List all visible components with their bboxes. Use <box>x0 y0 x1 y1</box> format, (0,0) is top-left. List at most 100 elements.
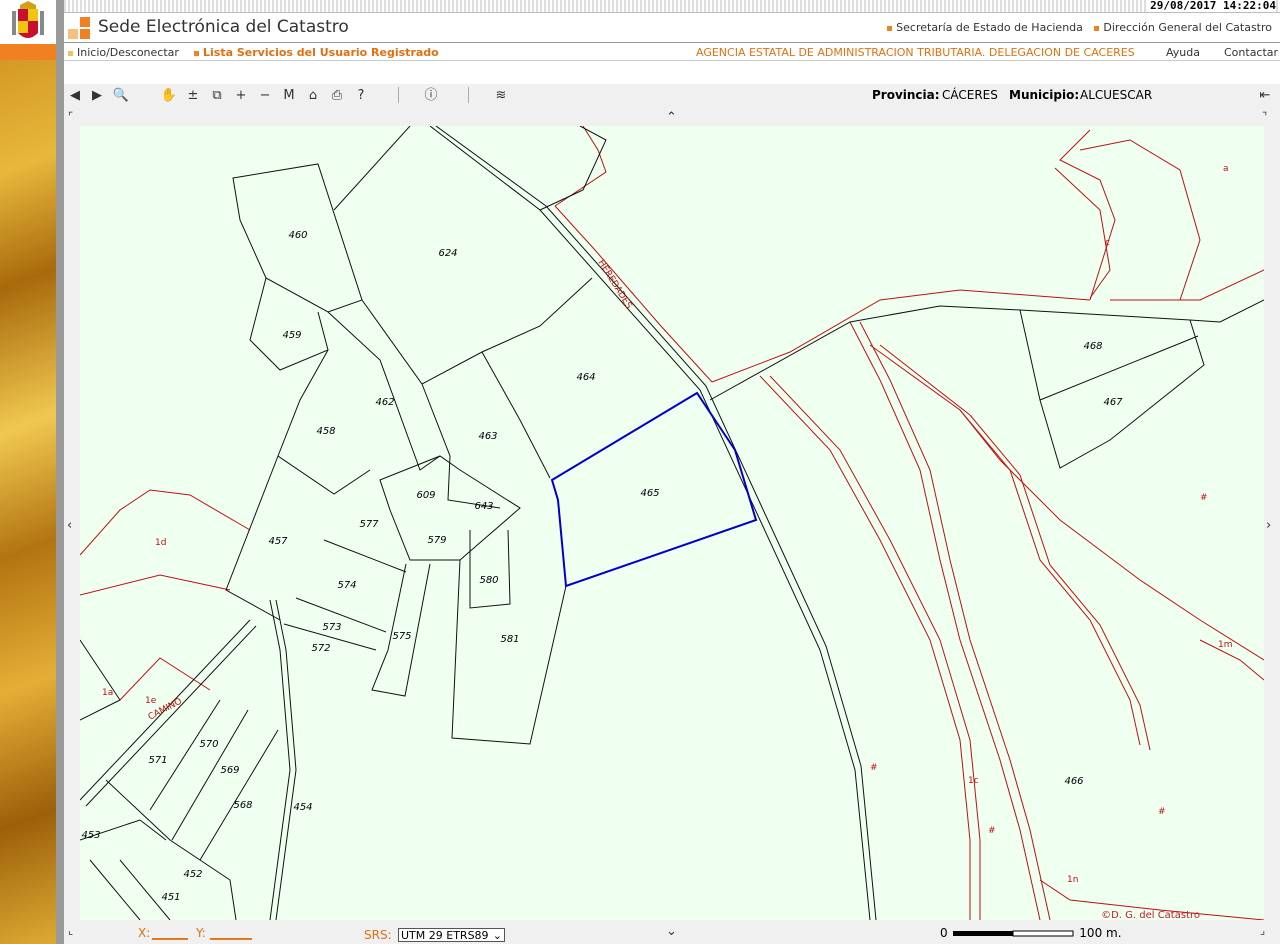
parcel-label: 453 <box>81 830 100 841</box>
zoom-plusminus-icon[interactable]: ± <box>184 87 202 105</box>
red-boundaries <box>80 126 1264 920</box>
parcel-label: 457 <box>268 536 288 547</box>
parcel-label: 454 <box>293 802 312 813</box>
link-contactar[interactable]: Contactar <box>1224 46 1278 59</box>
corner-marker-icon: ⌞ <box>68 924 74 937</box>
secondary-nav: Inicio/Desconectar Lista Servicios del U… <box>64 43 1280 61</box>
y-label: Y: <box>196 926 206 940</box>
x-label: X: <box>138 926 151 940</box>
pan-up-icon[interactable]: ⌃ <box>666 110 677 125</box>
parcel-label: 643 <box>474 501 493 512</box>
bullet-icon <box>194 50 199 56</box>
subparcel-label: # <box>1158 807 1166 817</box>
parcel-label: 624 <box>438 248 457 259</box>
link-ayuda[interactable]: Ayuda <box>1166 46 1200 59</box>
parcel-label: 572 <box>311 643 330 654</box>
subparcel-label: 1n <box>1067 875 1078 885</box>
zoom-icon[interactable]: 🔍 <box>112 87 130 105</box>
back-icon[interactable]: ◀ <box>66 87 84 105</box>
parcel-label: 577 <box>359 519 379 530</box>
info-pin-icon[interactable]: ⓘ <box>422 87 440 105</box>
subparcel-label: # <box>1200 493 1208 503</box>
x-value: ______ <box>152 926 188 940</box>
parcel-label: 581 <box>500 634 519 645</box>
forward-icon[interactable]: ▶ <box>88 87 106 105</box>
zoom-box-icon[interactable]: ⧉ <box>208 87 226 105</box>
status-bar: X: ______ Y: _______ SRS: UTM 29 ETRS89 ⌄… <box>64 910 1280 944</box>
crest-box <box>0 0 56 44</box>
pan-hand-icon[interactable]: ✋ <box>160 87 178 105</box>
parcel-label: 462 <box>375 397 394 408</box>
subparcel-label: 1a <box>102 688 113 698</box>
province-label: Provincia: <box>872 88 940 102</box>
toolbar-separator <box>468 87 469 103</box>
subparcel-label: a <box>1223 164 1229 174</box>
pan-down-icon[interactable]: ⌄ <box>666 924 677 939</box>
corner-marker-icon: ⌝ <box>1262 110 1268 123</box>
agency-name: AGENCIA ESTATAL DE ADMINISTRACION TRIBUT… <box>696 46 1135 59</box>
scale-bar: 0 100 m. <box>940 926 1122 940</box>
map-canvas[interactable]: 460 624 459 464 462 458 463 465 609 643 577 457 579 5… <box>80 126 1264 920</box>
parcel-label: 460 <box>288 230 307 241</box>
link-inicio-label: Inicio/Desconectar <box>77 46 179 59</box>
parcel-label: 575 <box>392 631 411 642</box>
pan-right-icon[interactable]: › <box>1266 518 1271 533</box>
home-icon[interactable]: ⌂ <box>304 87 322 105</box>
subparcel-label: 1e <box>145 696 157 706</box>
province-value: CÁCERES <box>942 88 998 102</box>
parcel-label: 609 <box>416 490 435 501</box>
parcel-label: 465 <box>640 488 659 499</box>
scale-bar-graphic <box>953 930 1074 936</box>
link-inicio[interactable]: Inicio/Desconectar <box>68 46 179 59</box>
copyright: ©D. G. del Catastro <box>1101 910 1200 921</box>
parcel-label: 451 <box>161 892 180 903</box>
srs-select[interactable]: UTM 29 ETRS89 ⌄ <box>398 928 505 942</box>
help-icon[interactable]: ? <box>352 87 370 105</box>
parcel-label: 452 <box>183 869 202 880</box>
parcel-label: 458 <box>316 426 335 437</box>
corner-marker-icon: ⌟ <box>1260 924 1266 937</box>
print-icon[interactable]: ⎙ <box>328 87 346 105</box>
corner-marker-icon: ⌜ <box>68 110 74 123</box>
parcel-label: 464 <box>576 372 595 383</box>
bullet-icon <box>887 25 893 31</box>
layers-icon[interactable]: ≋ <box>492 87 510 105</box>
parcel-label: 569 <box>220 765 239 776</box>
parcel-label: 459 <box>282 330 301 341</box>
subparcel-label: 1d <box>155 538 166 548</box>
top-strip: 29/08/2017 14:22:04 <box>64 0 1280 13</box>
municipality-label: Municipio: <box>1009 88 1080 102</box>
exit-icon[interactable]: ⇤ <box>1256 87 1274 105</box>
cadastral-map[interactable]: 460 624 459 464 462 458 463 465 609 643 577 457 579 5… <box>80 126 1264 920</box>
municipality-value: ALCUESCAR <box>1080 88 1153 102</box>
parcel-label: 580 <box>479 575 498 586</box>
pan-left-icon[interactable]: ‹ <box>67 518 72 533</box>
scale-end: 100 m. <box>1079 926 1122 940</box>
orange-bar <box>0 44 56 60</box>
zoom-in-icon[interactable]: + <box>232 87 250 105</box>
zoom-out-icon[interactable]: − <box>256 87 274 105</box>
gray-divider <box>56 0 64 944</box>
page-title: Sede Electrónica del Catastro <box>98 17 349 37</box>
red-labels: a c 1d 1a 1e #1m # # #1c 1n <box>102 164 1233 885</box>
parcel-label: 468 <box>1083 341 1102 352</box>
link-secretaria[interactable]: Secretaría de Estado de Hacienda <box>887 21 1083 34</box>
parcel-label: 466 <box>1064 776 1083 787</box>
map-toolbar: ◀ ▶ 🔍 ✋ ± ⧉ + − M ⌂ ⎙ ? ⓘ ≋ Provincia: C… <box>64 84 1280 108</box>
bullet-icon <box>1094 25 1100 31</box>
link-direccion[interactable]: Dirección General del Catastro <box>1094 21 1272 34</box>
link-direccion-label: Dirección General del Catastro <box>1103 21 1272 34</box>
subparcel-label: # <box>870 763 878 773</box>
link-lista-servicios[interactable]: Lista Servicios del Usuario Registrado <box>194 46 439 59</box>
coat-of-arms-icon <box>12 1 44 38</box>
toolbar-separator <box>398 87 399 103</box>
link-lista-label: Lista Servicios del Usuario Registrado <box>203 46 439 59</box>
top-links: Secretaría de Estado de Hacienda Direcci… <box>879 21 1272 34</box>
srs-label: SRS: <box>364 928 392 942</box>
subparcel-label: 1c <box>968 776 979 786</box>
measure-icon[interactable]: M <box>280 87 298 105</box>
parcel-label: 467 <box>1103 397 1123 408</box>
subparcel-label: 1m <box>1218 640 1233 650</box>
y-value: _______ <box>210 926 252 940</box>
header: Sede Electrónica del Catastro Secretaría… <box>64 14 1280 43</box>
